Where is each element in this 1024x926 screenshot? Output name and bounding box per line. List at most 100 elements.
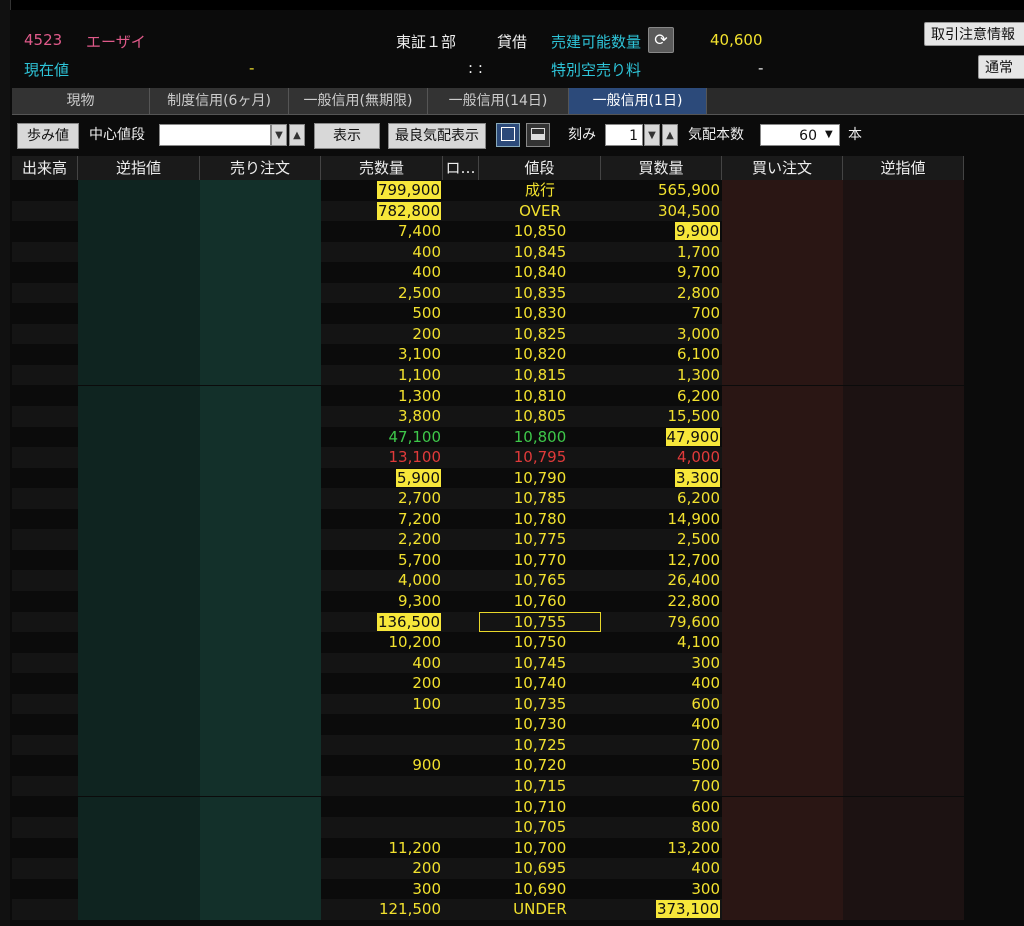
sell-stop-cell[interactable] bbox=[78, 180, 200, 201]
sell-stop-cell[interactable] bbox=[78, 775, 200, 797]
sell-qty-cell[interactable]: 500 bbox=[321, 303, 443, 324]
sell-order-cell[interactable] bbox=[200, 426, 321, 448]
price-cell[interactable]: OVER bbox=[479, 200, 601, 222]
lot-cell[interactable] bbox=[443, 509, 479, 530]
order-book-row[interactable]: 200 10,825 3,000 bbox=[12, 323, 1024, 345]
buy-order-cell[interactable] bbox=[722, 858, 843, 879]
tab-spot[interactable]: 現物 bbox=[12, 88, 150, 114]
order-book-row[interactable]: 900 10,720 500 bbox=[12, 755, 1024, 776]
volume-cell[interactable] bbox=[12, 652, 78, 674]
sell-order-cell[interactable] bbox=[200, 180, 321, 201]
lot-cell[interactable] bbox=[443, 262, 479, 283]
price-cell[interactable]: UNDER bbox=[479, 899, 601, 920]
best-quote-button[interactable]: 最良気配表示 bbox=[388, 123, 486, 149]
buy-qty-cell[interactable]: 400 bbox=[601, 858, 722, 879]
buy-order-cell[interactable] bbox=[722, 673, 843, 694]
buy-stop-cell[interactable] bbox=[843, 200, 964, 222]
sell-stop-cell[interactable] bbox=[78, 221, 200, 242]
sell-order-cell[interactable] bbox=[200, 406, 321, 427]
price-cell[interactable]: 10,825 bbox=[479, 323, 601, 345]
buy-stop-cell[interactable] bbox=[843, 714, 964, 735]
buy-qty-cell[interactable]: 6,200 bbox=[601, 488, 722, 509]
lot-cell[interactable] bbox=[443, 550, 479, 571]
sell-qty-cell[interactable]: 2,500 bbox=[321, 282, 443, 304]
tab-general-indefinite[interactable]: 一般信用(無期限) bbox=[289, 88, 428, 114]
volume-cell[interactable] bbox=[12, 468, 78, 489]
order-book-row[interactable]: 7,200 10,780 14,900 bbox=[12, 508, 1024, 530]
buy-order-cell[interactable] bbox=[722, 591, 843, 612]
buy-qty-cell[interactable]: 565,900 bbox=[601, 180, 722, 201]
tick-size-dropdown-icon[interactable]: ▼ bbox=[644, 124, 660, 146]
buy-qty-cell[interactable]: 14,900 bbox=[601, 509, 722, 530]
col-lot[interactable]: ロ… bbox=[443, 156, 479, 180]
volume-cell[interactable] bbox=[12, 386, 78, 407]
lot-cell[interactable] bbox=[443, 858, 479, 879]
buy-stop-cell[interactable] bbox=[843, 817, 964, 838]
sell-qty-cell[interactable] bbox=[321, 817, 443, 838]
volume-cell[interactable] bbox=[12, 262, 78, 283]
price-cell[interactable]: 10,710 bbox=[479, 797, 601, 818]
volume-cell[interactable] bbox=[12, 632, 78, 653]
buy-qty-cell[interactable]: 15,500 bbox=[601, 406, 722, 427]
price-cell[interactable]: 10,720 bbox=[479, 755, 601, 776]
sell-qty-cell[interactable]: 100 bbox=[321, 693, 443, 715]
volume-cell[interactable] bbox=[12, 591, 78, 612]
lot-cell[interactable] bbox=[443, 364, 479, 386]
volume-cell[interactable] bbox=[12, 180, 78, 201]
sell-qty-cell[interactable]: 10,200 bbox=[321, 632, 443, 653]
sell-stop-cell[interactable] bbox=[78, 837, 200, 859]
price-cell[interactable]: 10,690 bbox=[479, 879, 601, 900]
order-book-row[interactable]: 799,900 成行 565,900 bbox=[12, 180, 1024, 201]
single-view-icon[interactable] bbox=[496, 123, 520, 147]
sell-stop-cell[interactable] bbox=[78, 611, 200, 633]
sell-qty-cell[interactable]: 5,700 bbox=[321, 550, 443, 571]
ticks-button[interactable]: 歩み値 bbox=[17, 123, 79, 149]
sell-stop-cell[interactable] bbox=[78, 673, 200, 694]
buy-stop-cell[interactable] bbox=[843, 837, 964, 859]
buy-stop-cell[interactable] bbox=[843, 693, 964, 715]
price-cell[interactable]: 10,765 bbox=[479, 570, 601, 591]
buy-stop-cell[interactable] bbox=[843, 447, 964, 468]
sell-order-cell[interactable] bbox=[200, 303, 321, 324]
buy-order-cell[interactable] bbox=[722, 364, 843, 386]
normal-button[interactable]: 通常 bbox=[978, 55, 1024, 79]
lot-cell[interactable] bbox=[443, 899, 479, 920]
sell-qty-cell[interactable] bbox=[321, 734, 443, 756]
center-price-input[interactable] bbox=[159, 124, 271, 146]
sell-qty-cell[interactable] bbox=[321, 797, 443, 818]
col-sell-orders[interactable]: 売り注文 bbox=[200, 156, 321, 180]
lot-cell[interactable] bbox=[443, 817, 479, 838]
volume-cell[interactable] bbox=[12, 838, 78, 859]
sell-order-cell[interactable] bbox=[200, 467, 321, 489]
sell-order-cell[interactable] bbox=[200, 488, 321, 509]
volume-cell[interactable] bbox=[12, 303, 78, 324]
buy-stop-cell[interactable] bbox=[843, 611, 964, 633]
buy-qty-cell[interactable]: 9,700 bbox=[601, 262, 722, 283]
sell-stop-cell[interactable] bbox=[78, 200, 200, 222]
buy-order-cell[interactable] bbox=[722, 549, 843, 571]
lot-cell[interactable] bbox=[443, 879, 479, 900]
buy-qty-cell[interactable]: 304,500 bbox=[601, 200, 722, 222]
order-book-row[interactable]: 200 10,695 400 bbox=[12, 858, 1024, 879]
volume-cell[interactable] bbox=[12, 673, 78, 694]
order-book-row[interactable]: 2,700 10,785 6,200 bbox=[12, 488, 1024, 509]
buy-order-cell[interactable] bbox=[722, 221, 843, 242]
sell-stop-cell[interactable] bbox=[78, 364, 200, 386]
buy-stop-cell[interactable] bbox=[843, 323, 964, 345]
lot-cell[interactable] bbox=[443, 714, 479, 735]
buy-order-cell[interactable] bbox=[722, 632, 843, 653]
buy-qty-cell[interactable]: 700 bbox=[601, 775, 722, 797]
price-cell[interactable]: 10,770 bbox=[479, 550, 601, 571]
lot-cell[interactable] bbox=[443, 529, 479, 550]
buy-qty-cell[interactable]: 12,700 bbox=[601, 550, 722, 571]
price-cell[interactable]: 10,760 bbox=[479, 591, 601, 612]
lot-cell[interactable] bbox=[443, 693, 479, 715]
price-cell[interactable]: 成行 bbox=[479, 180, 601, 201]
lot-cell[interactable] bbox=[443, 180, 479, 201]
buy-stop-cell[interactable] bbox=[843, 180, 964, 201]
sell-order-cell[interactable] bbox=[200, 323, 321, 345]
tick-size-input[interactable]: 1 bbox=[605, 124, 643, 146]
buy-qty-cell[interactable]: 1,300 bbox=[601, 364, 722, 386]
price-cell[interactable]: 10,805 bbox=[479, 406, 601, 427]
buy-stop-cell[interactable] bbox=[843, 652, 964, 674]
